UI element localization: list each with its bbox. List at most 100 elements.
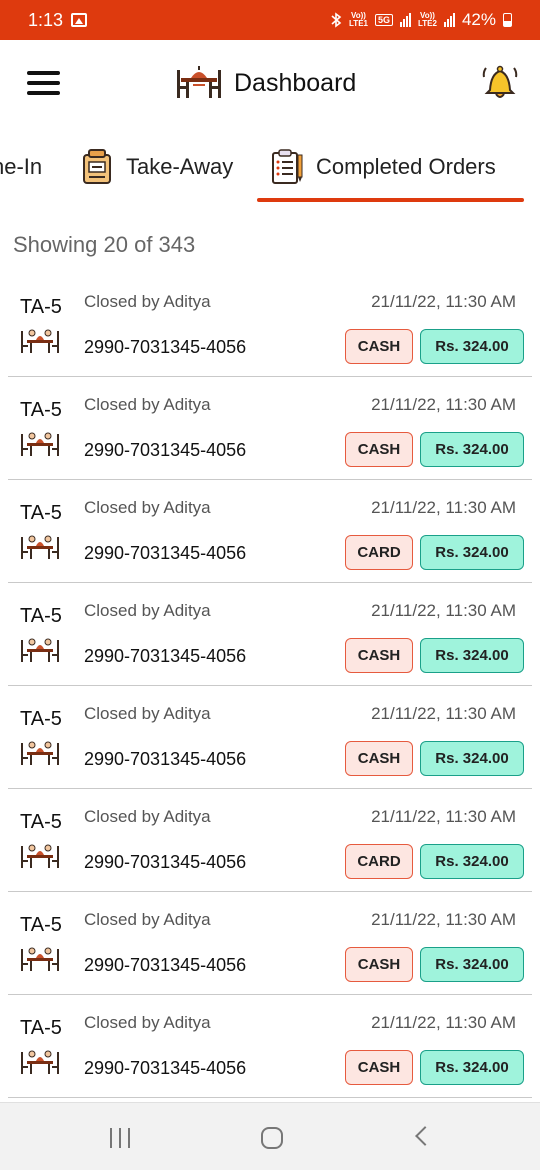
order-datetime: 21/11/22, 11:30 AM: [371, 395, 516, 414]
app-title-wrap: Dashboard: [176, 64, 356, 102]
system-nav-bar: [0, 1102, 540, 1170]
order-amount-badge: Rs. 324.00: [420, 947, 524, 982]
order-row[interactable]: TA-5 Closed by Aditya 21/11/22, 11:30 AM…: [8, 789, 532, 892]
payment-method-badge: CARD: [345, 535, 413, 570]
tab-completed-orders[interactable]: Completed Orders: [270, 140, 496, 194]
recent-apps-icon[interactable]: [110, 1128, 130, 1148]
dining-table-icon: [21, 741, 59, 765]
network-type: 5G: [374, 14, 393, 26]
payment-method-badge: CASH: [345, 432, 413, 467]
closed-by: Closed by Aditya: [84, 704, 211, 723]
home-icon[interactable]: [261, 1127, 283, 1149]
order-amount-badge: Rs. 324.00: [420, 741, 524, 776]
order-datetime: 21/11/22, 11:30 AM: [371, 498, 516, 517]
payment-method-badge: CASH: [345, 947, 413, 982]
payment-method-badge: CARD: [345, 844, 413, 879]
carrier2-label: Vo)) LTE2: [418, 12, 437, 28]
bell-icon[interactable]: [482, 62, 518, 102]
signal-icon: [443, 13, 455, 27]
dining-table-icon: [21, 329, 59, 353]
closed-by: Closed by Aditya: [84, 395, 211, 414]
order-number: 2990-7031345-4056: [84, 749, 247, 769]
dining-table-icon: [21, 844, 59, 868]
signal-icon: [400, 13, 411, 27]
status-bar: 1:13 Vo)) LTE1 5G Vo)) LTE2 42%: [0, 0, 540, 40]
order-number: 2990-7031345-4056: [84, 955, 247, 975]
order-amount-badge: Rs. 324.00: [420, 844, 524, 879]
tab-label: Completed Orders: [316, 154, 496, 179]
restaurant-logo-icon: [177, 66, 221, 98]
order-row[interactable]: TA-5 Closed by Aditya 21/11/22, 11:30 AM…: [8, 995, 532, 1098]
menu-icon[interactable]: [27, 71, 60, 95]
closed-by: Closed by Aditya: [84, 601, 211, 620]
payment-method-badge: CASH: [345, 329, 413, 364]
bluetooth-icon: [331, 12, 342, 28]
closed-by: Closed by Aditya: [84, 498, 211, 517]
order-row[interactable]: TA-5 Closed by Aditya 21/11/22, 11:30 AM…: [8, 583, 532, 686]
app-bar: Dashboard: [0, 40, 540, 132]
closed-by: Closed by Aditya: [84, 807, 211, 826]
active-tab-indicator: [257, 198, 524, 202]
status-right: Vo)) LTE1 5G Vo)) LTE2 42%: [330, 10, 512, 30]
order-id: TA-5: [20, 296, 62, 318]
order-amount-badge: Rs. 324.00: [420, 638, 524, 673]
order-id: TA-5: [20, 708, 62, 730]
order-number: 2990-7031345-4056: [84, 1058, 247, 1078]
battery-percent: 42%: [461, 10, 496, 29]
dining-table-icon: [21, 947, 59, 971]
gallery-icon: [71, 13, 88, 27]
page-title: Dashboard: [234, 68, 357, 97]
order-amount-badge: Rs. 324.00: [420, 535, 524, 570]
tab-take-away[interactable]: Take-Away: [80, 140, 233, 194]
order-number: 2990-7031345-4056: [84, 543, 247, 563]
order-number: 2990-7031345-4056: [84, 646, 247, 666]
order-row[interactable]: TA-5 Closed by Aditya 21/11/22, 11:30 AM…: [8, 892, 532, 995]
back-icon[interactable]: [415, 1126, 435, 1146]
dining-table-icon: [21, 638, 59, 662]
order-amount-badge: Rs. 324.00: [420, 1050, 524, 1085]
dining-table-icon: [21, 1050, 59, 1074]
orders-list: TA-5 Closed by Aditya 21/11/22, 11:30 AM…: [0, 274, 540, 1098]
closed-by: Closed by Aditya: [84, 1013, 211, 1032]
order-row[interactable]: TA-5 Closed by Aditya 21/11/22, 11:30 AM…: [8, 377, 532, 480]
order-datetime: 21/11/22, 11:30 AM: [371, 292, 516, 311]
payment-method-badge: CASH: [345, 741, 413, 776]
takeaway-bag-icon: [83, 149, 111, 184]
order-tabs: ne-In Take-Away Completed Orders: [0, 140, 540, 200]
order-number: 2990-7031345-4056: [84, 337, 247, 357]
order-amount-badge: Rs. 324.00: [420, 329, 524, 364]
carrier1-bottom: LTE1: [349, 19, 368, 28]
battery-icon: [503, 13, 512, 27]
closed-by: Closed by Aditya: [84, 910, 211, 929]
order-datetime: 21/11/22, 11:30 AM: [371, 1013, 516, 1032]
carrier2-bottom: LTE2: [418, 19, 437, 28]
dining-table-icon: [21, 432, 59, 456]
order-datetime: 21/11/22, 11:30 AM: [371, 704, 516, 723]
status-time: 1:13: [28, 9, 64, 30]
order-row[interactable]: TA-5 Closed by Aditya 21/11/22, 11:30 AM…: [8, 480, 532, 583]
order-datetime: 21/11/22, 11:30 AM: [371, 601, 516, 620]
payment-method-badge: CASH: [345, 638, 413, 673]
order-datetime: 21/11/22, 11:30 AM: [371, 807, 516, 826]
dining-table-icon: [21, 535, 59, 559]
payment-method-badge: CASH: [345, 1050, 413, 1085]
order-id: TA-5: [20, 811, 62, 833]
order-row[interactable]: TA-5 Closed by Aditya 21/11/22, 11:30 AM…: [8, 274, 532, 377]
showing-count: Showing 20 of 343: [13, 232, 196, 257]
tab-dine-in[interactable]: ne-In: [0, 140, 42, 194]
order-id: TA-5: [20, 914, 62, 936]
order-number: 2990-7031345-4056: [84, 852, 247, 872]
order-id: TA-5: [20, 502, 62, 524]
order-id: TA-5: [20, 399, 62, 421]
clipboard-icon: [272, 149, 303, 184]
order-row[interactable]: TA-5 Closed by Aditya 21/11/22, 11:30 AM…: [8, 686, 532, 789]
carrier1-label: Vo)) LTE1: [349, 12, 368, 28]
order-amount-badge: Rs. 324.00: [420, 432, 524, 467]
tab-label: Take-Away: [126, 154, 234, 179]
order-id: TA-5: [20, 605, 62, 627]
order-number: 2990-7031345-4056: [84, 440, 247, 460]
closed-by: Closed by Aditya: [84, 292, 211, 311]
tab-label: ne-In: [0, 154, 43, 179]
order-id: TA-5: [20, 1017, 62, 1039]
order-datetime: 21/11/22, 11:30 AM: [371, 910, 516, 929]
